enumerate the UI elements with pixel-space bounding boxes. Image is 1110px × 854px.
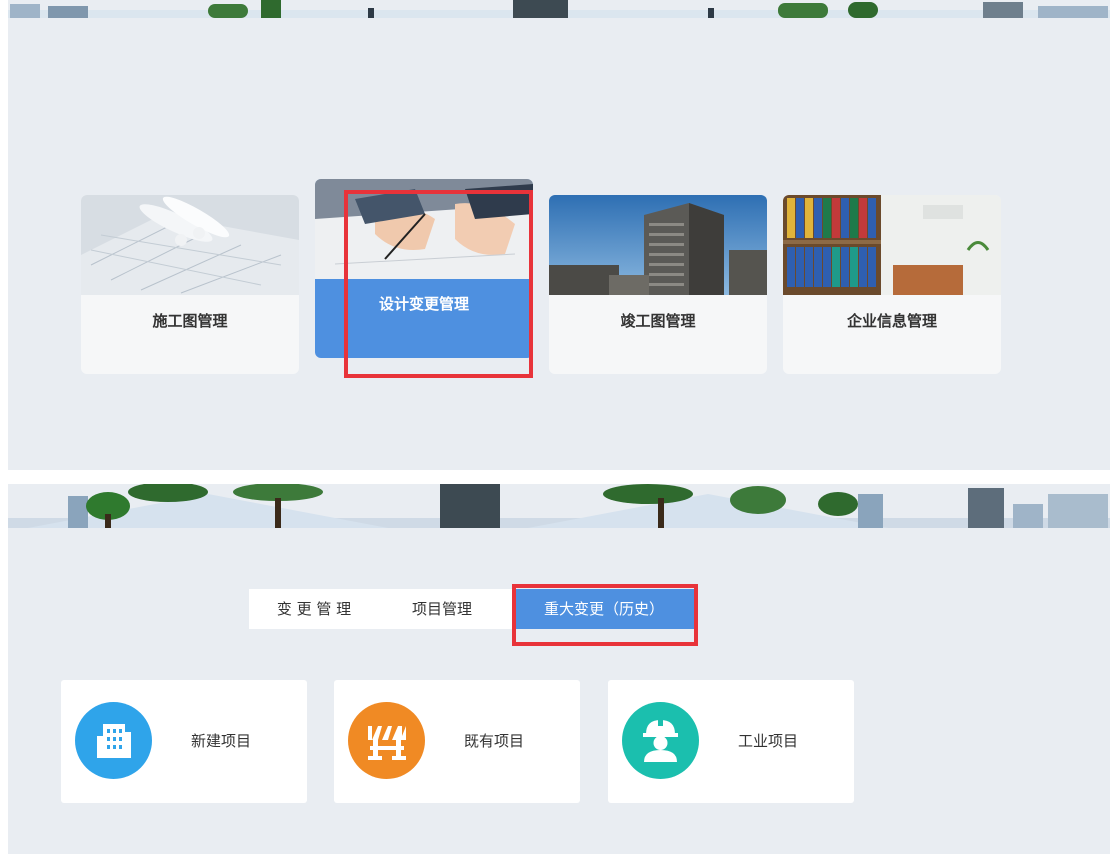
project-label: 工业项目 bbox=[738, 732, 799, 750]
module-label: 施工图管理 bbox=[152, 312, 228, 330]
project-label: 新建项目 bbox=[191, 732, 252, 750]
building-photo bbox=[549, 195, 767, 295]
project-card-new[interactable]: 新建项目 bbox=[61, 680, 307, 803]
header-banner bbox=[8, 0, 1110, 18]
module-card-enterprise-info[interactable]: 企业信息管理 bbox=[783, 195, 1001, 374]
tab-project-management[interactable]: 项目管理 bbox=[379, 589, 505, 629]
tab-change-management[interactable]: 变 更 管 理 bbox=[249, 589, 379, 629]
binders-shelf-photo bbox=[783, 195, 1001, 295]
tab-major-change-history[interactable]: 重大变更（历史） bbox=[513, 589, 695, 629]
section-divider bbox=[0, 470, 1110, 484]
project-card-industrial[interactable]: 工业项目 bbox=[608, 680, 854, 803]
module-card-design-change[interactable]: 设计变更管理 bbox=[315, 179, 533, 358]
project-card-existing[interactable]: 既有项目 bbox=[334, 680, 580, 803]
module-label: 企业信息管理 bbox=[846, 312, 937, 330]
blueprint-photo bbox=[81, 195, 299, 295]
project-label: 既有项目 bbox=[464, 732, 525, 750]
header-banner bbox=[8, 484, 1110, 528]
building-icon bbox=[75, 702, 152, 779]
tab-bar: 变 更 管 理 项目管理 重大变更（历史） bbox=[249, 589, 695, 629]
module-panel: 施工图管理 设计变更管理 竣工图管理 企业信息管理 bbox=[8, 0, 1110, 470]
module-label: 设计变更管理 bbox=[378, 295, 469, 313]
module-card-as-built-drawings[interactable]: 竣工图管理 bbox=[549, 195, 767, 374]
signing-contract-photo bbox=[315, 179, 533, 279]
worker-helmet-icon bbox=[622, 702, 699, 779]
project-panel: 变 更 管 理 项目管理 重大变更（历史） 新建项目 既有项目 工业项目 bbox=[8, 484, 1110, 854]
roadblock-icon bbox=[348, 702, 425, 779]
module-label: 竣工图管理 bbox=[620, 312, 696, 330]
module-card-construction-drawings[interactable]: 施工图管理 bbox=[81, 195, 299, 374]
